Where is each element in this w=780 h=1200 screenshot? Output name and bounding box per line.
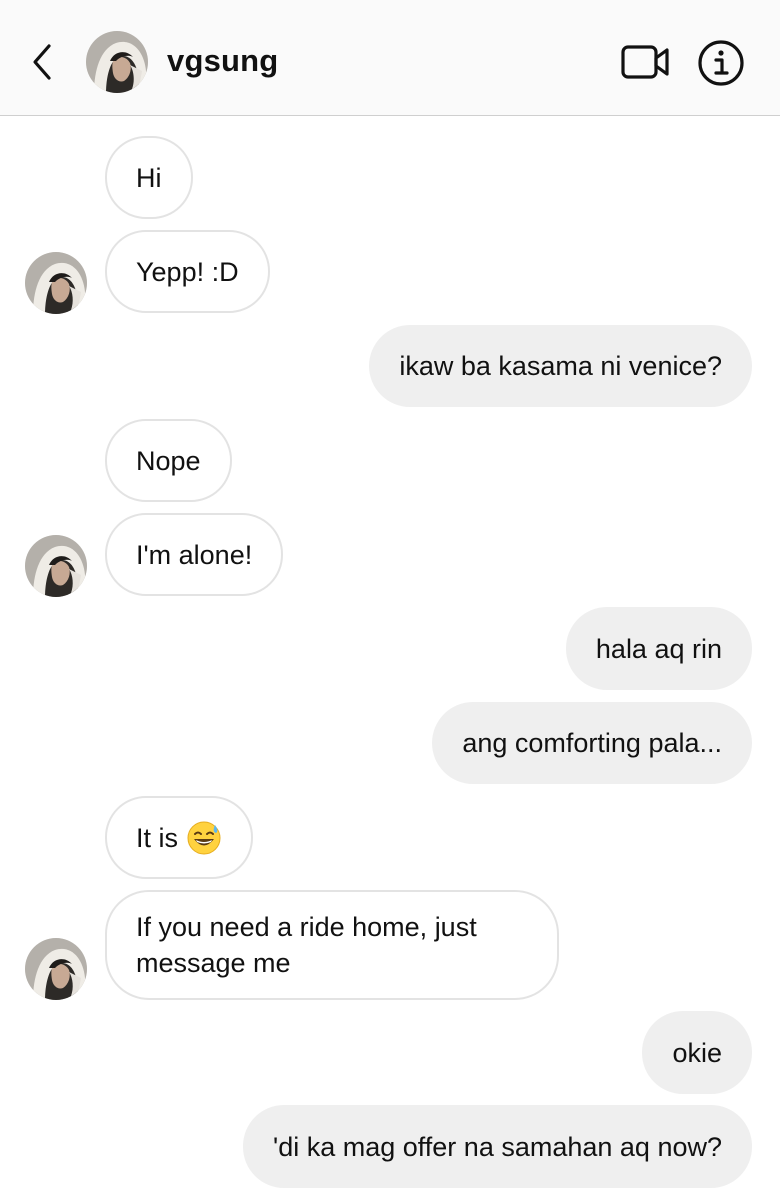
message-text: hala aq rin xyxy=(595,633,722,664)
sender-avatar[interactable] xyxy=(25,535,87,597)
message-bubble-outgoing[interactable]: okie xyxy=(642,1011,752,1094)
message-bubble-incoming[interactable]: Yepp! :D xyxy=(105,230,270,313)
avatar-image xyxy=(25,252,87,314)
message-text: Yepp! :D xyxy=(136,256,239,287)
message-text: ikaw ba kasama ni venice? xyxy=(399,351,722,381)
chat-screen: vgsung Hi Yepp! :D ikaw ba kasama ni ven… xyxy=(0,0,780,1200)
video-call-button[interactable] xyxy=(620,41,672,83)
info-icon xyxy=(698,40,744,86)
message-text: If you need a ride home, just message me xyxy=(136,912,477,978)
message-bubble-outgoing[interactable]: hala aq rin xyxy=(565,607,752,690)
info-button[interactable] xyxy=(696,38,746,88)
message-text: Hi xyxy=(136,162,162,193)
avatar-image xyxy=(86,31,148,93)
message-text: okie xyxy=(672,1037,722,1068)
message-bubble-incoming[interactable]: If you need a ride home, just message me xyxy=(105,890,559,1000)
message-bubble-outgoing[interactable]: 'di ka mag offer na samahan aq now? xyxy=(243,1105,752,1188)
sender-avatar[interactable] xyxy=(25,938,87,1000)
message-bubble-incoming[interactable]: It is xyxy=(105,796,254,879)
avatar-image xyxy=(25,938,87,1000)
back-button[interactable] xyxy=(22,38,62,86)
avatar-image xyxy=(25,535,87,597)
message-text: 'di ka mag offer na samahan aq now? xyxy=(273,1131,722,1162)
chevron-left-icon xyxy=(33,44,51,80)
header-avatar[interactable] xyxy=(86,31,148,93)
message-bubble-outgoing[interactable]: ikaw ba kasama ni venice? xyxy=(369,325,752,407)
sender-avatar[interactable] xyxy=(25,252,87,314)
message-text: It is xyxy=(136,822,179,853)
message-bubble-incoming[interactable]: Nope xyxy=(105,419,232,502)
message-bubble-incoming[interactable]: Hi xyxy=(105,136,193,219)
message-bubble-outgoing[interactable]: ang comforting pala... xyxy=(432,702,752,784)
message-text: ang comforting pala... xyxy=(462,728,722,758)
message-bubble-incoming[interactable]: I'm alone! xyxy=(105,513,284,596)
grinning-sweat-emoji-icon xyxy=(187,821,221,854)
message-text: Nope xyxy=(136,445,201,476)
message-text: I'm alone! xyxy=(136,539,253,570)
chat-header: vgsung xyxy=(0,0,780,116)
video-call-icon xyxy=(621,45,669,79)
chat-username[interactable]: vgsung xyxy=(167,43,278,79)
